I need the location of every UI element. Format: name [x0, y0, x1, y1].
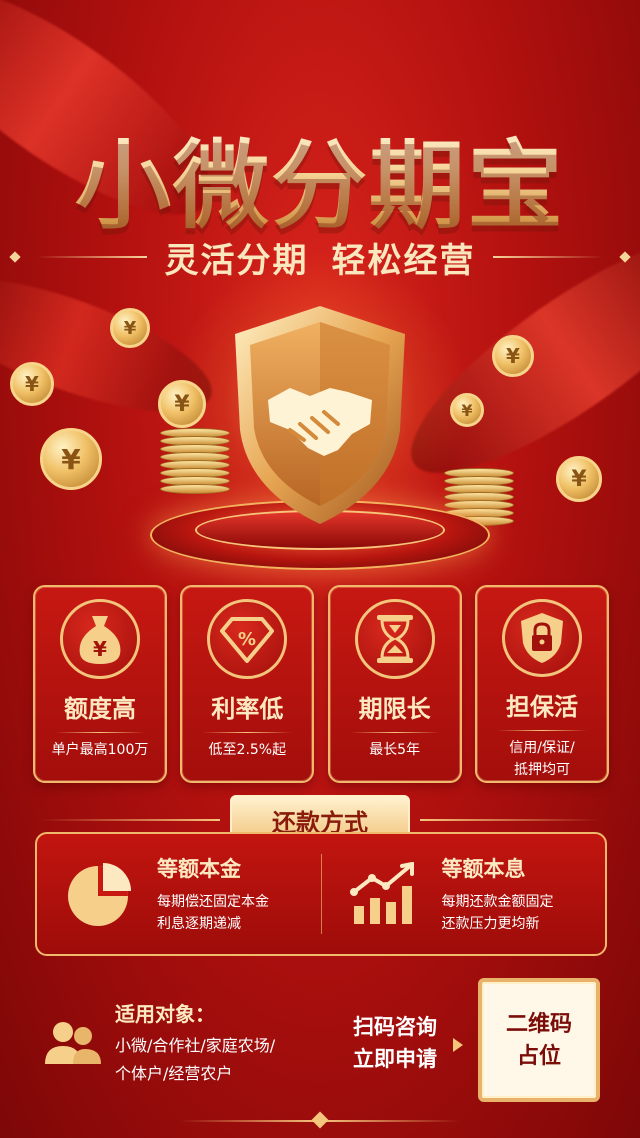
pie-chart-icon	[68, 863, 131, 926]
feature-card-limit: ¥ 额度高 单户最高100万	[33, 585, 167, 783]
feature-card-rate: % 利率低 低至2.5%起	[180, 585, 315, 783]
repayment-method-equal-installment: 等额本息 每期还款金额固定 还款压力更均新	[322, 834, 606, 954]
feature-cards: ¥ 额度高 单户最高100万 % 利率低 低至2.5%起 期限长 最长5年 担保…	[33, 585, 609, 785]
repayment-desc: 每期偿还固定本金 利息逐期递减	[157, 894, 269, 932]
diamond-ornament-icon	[619, 251, 632, 263]
poster: 小微分期宝 灵活分期 轻松经营 ¥ ¥ ¥ ¥ ¥ ¥ ¥ ¥ 额度高 单户最高…	[0, 0, 640, 1138]
divider-line	[36, 256, 147, 258]
feature-title: 利率低	[211, 696, 284, 723]
repayment-title: 等额本息	[441, 858, 526, 881]
feature-desc: 最长5年	[369, 742, 421, 758]
gold-coin-icon: ¥	[450, 393, 484, 427]
card-divider	[349, 732, 440, 733]
feature-title: 额度高	[64, 696, 136, 723]
divider-line	[40, 819, 220, 821]
feature-card-guarantee: 担保活 信用/保证/ 抵押均可	[474, 585, 609, 783]
target-section: 适用对象： 小微/合作社/家庭农场/ 个体户/经营农户 扫码咨询 立即申请 二维…	[35, 972, 607, 1107]
qr-code-placeholder[interactable]: 二维码 占位	[478, 978, 600, 1102]
feature-title: 担保活	[505, 694, 578, 722]
card-divider	[496, 730, 587, 731]
repayment-method-equal-principal: 等额本金 每期偿还固定本金 利息逐期递减	[37, 834, 321, 954]
svg-text:¥: ¥	[93, 637, 107, 661]
subtitle-row: 灵活分期 轻松经营	[0, 232, 640, 282]
diamond-ornament-icon	[311, 1111, 329, 1129]
feature-desc: 单户最高100万	[51, 742, 149, 758]
card-divider	[202, 732, 293, 733]
percent-diamond-icon: %	[207, 599, 288, 679]
feature-desc: 信用/保证/ 抵押均可	[509, 740, 575, 778]
gold-coin-icon: ¥	[110, 308, 150, 348]
card-divider	[55, 732, 145, 733]
gold-coin-icon: ¥	[158, 380, 206, 428]
repayment-methods: 等额本金 每期偿还固定本金 利息逐期递减 等额本息 每期还款金额固定 还款压力更…	[35, 832, 607, 956]
feature-card-term: 期限长 最长5年	[327, 585, 462, 783]
gold-coin-icon: ¥	[40, 428, 102, 490]
svg-text:%: %	[238, 629, 256, 650]
poster-title: 小微分期宝	[0, 108, 640, 247]
gold-coin-icon: ¥	[556, 456, 602, 502]
repayment-title: 等额本金	[157, 858, 241, 881]
poster-subtitle: 灵活分期 轻松经营	[164, 241, 476, 280]
feature-desc: 低至2.5%起	[208, 742, 287, 758]
target-desc: 小微/合作社/家庭农场/ 个体户/经营农户	[115, 1036, 276, 1083]
feature-title: 期限长	[358, 696, 431, 723]
target-title: 适用对象：	[115, 1004, 215, 1026]
people-icon	[45, 1022, 101, 1064]
handshake-shield-icon	[220, 300, 420, 530]
arrow-right-icon	[453, 1038, 463, 1052]
divider-line	[493, 256, 604, 258]
diamond-ornament-icon	[8, 251, 21, 263]
gold-coin-icon: ¥	[10, 362, 54, 406]
money-bag-icon: ¥	[60, 599, 140, 679]
hourglass-icon	[354, 599, 435, 679]
bar-growth-icon	[349, 862, 414, 924]
scan-cta: 扫码咨询 立即申请	[353, 1016, 437, 1071]
lock-shield-icon	[501, 599, 582, 678]
repayment-desc: 每期还款金额固定 还款压力更均新	[441, 894, 554, 932]
gold-coin-icon: ¥	[492, 335, 534, 377]
divider-line	[420, 819, 600, 821]
